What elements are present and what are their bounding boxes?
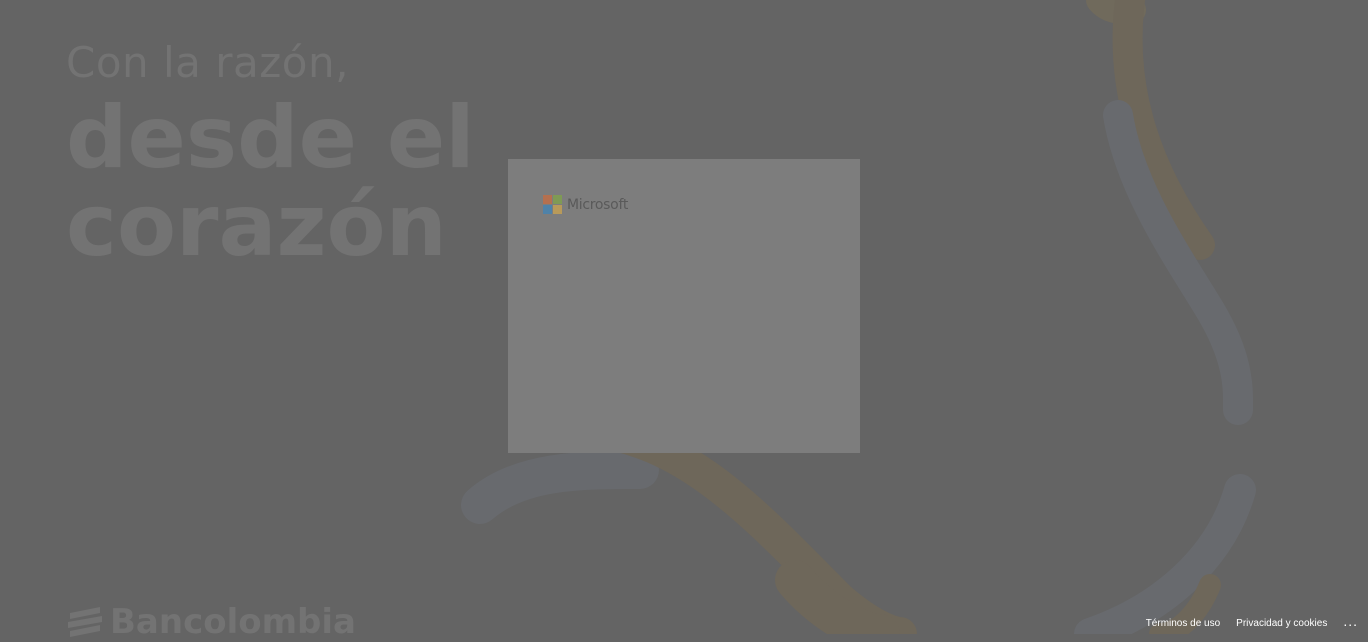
- bancolombia-logo: Bancolombia: [66, 602, 356, 642]
- tagline: Con la razón, desde el corazón: [66, 38, 475, 276]
- tagline-line-2: desde el: [66, 88, 475, 188]
- microsoft-logo: Microsoft: [543, 195, 628, 214]
- privacy-cookies-link[interactable]: Privacidad y cookies: [1236, 618, 1327, 629]
- footer: Términos de uso Privacidad y cookies ...: [1146, 612, 1368, 634]
- brand-name: Bancolombia: [110, 602, 356, 642]
- microsoft-logo-icon: [543, 195, 562, 214]
- sign-in-card: Microsoft: [508, 159, 860, 453]
- tagline-line-1: Con la razón,: [66, 38, 349, 87]
- more-options-icon[interactable]: ...: [1343, 614, 1358, 628]
- microsoft-logo-text: Microsoft: [567, 196, 629, 213]
- terms-of-use-link[interactable]: Términos de uso: [1146, 618, 1220, 629]
- bancolombia-mark-icon: [68, 607, 102, 637]
- tagline-line-3: corazón: [66, 176, 447, 276]
